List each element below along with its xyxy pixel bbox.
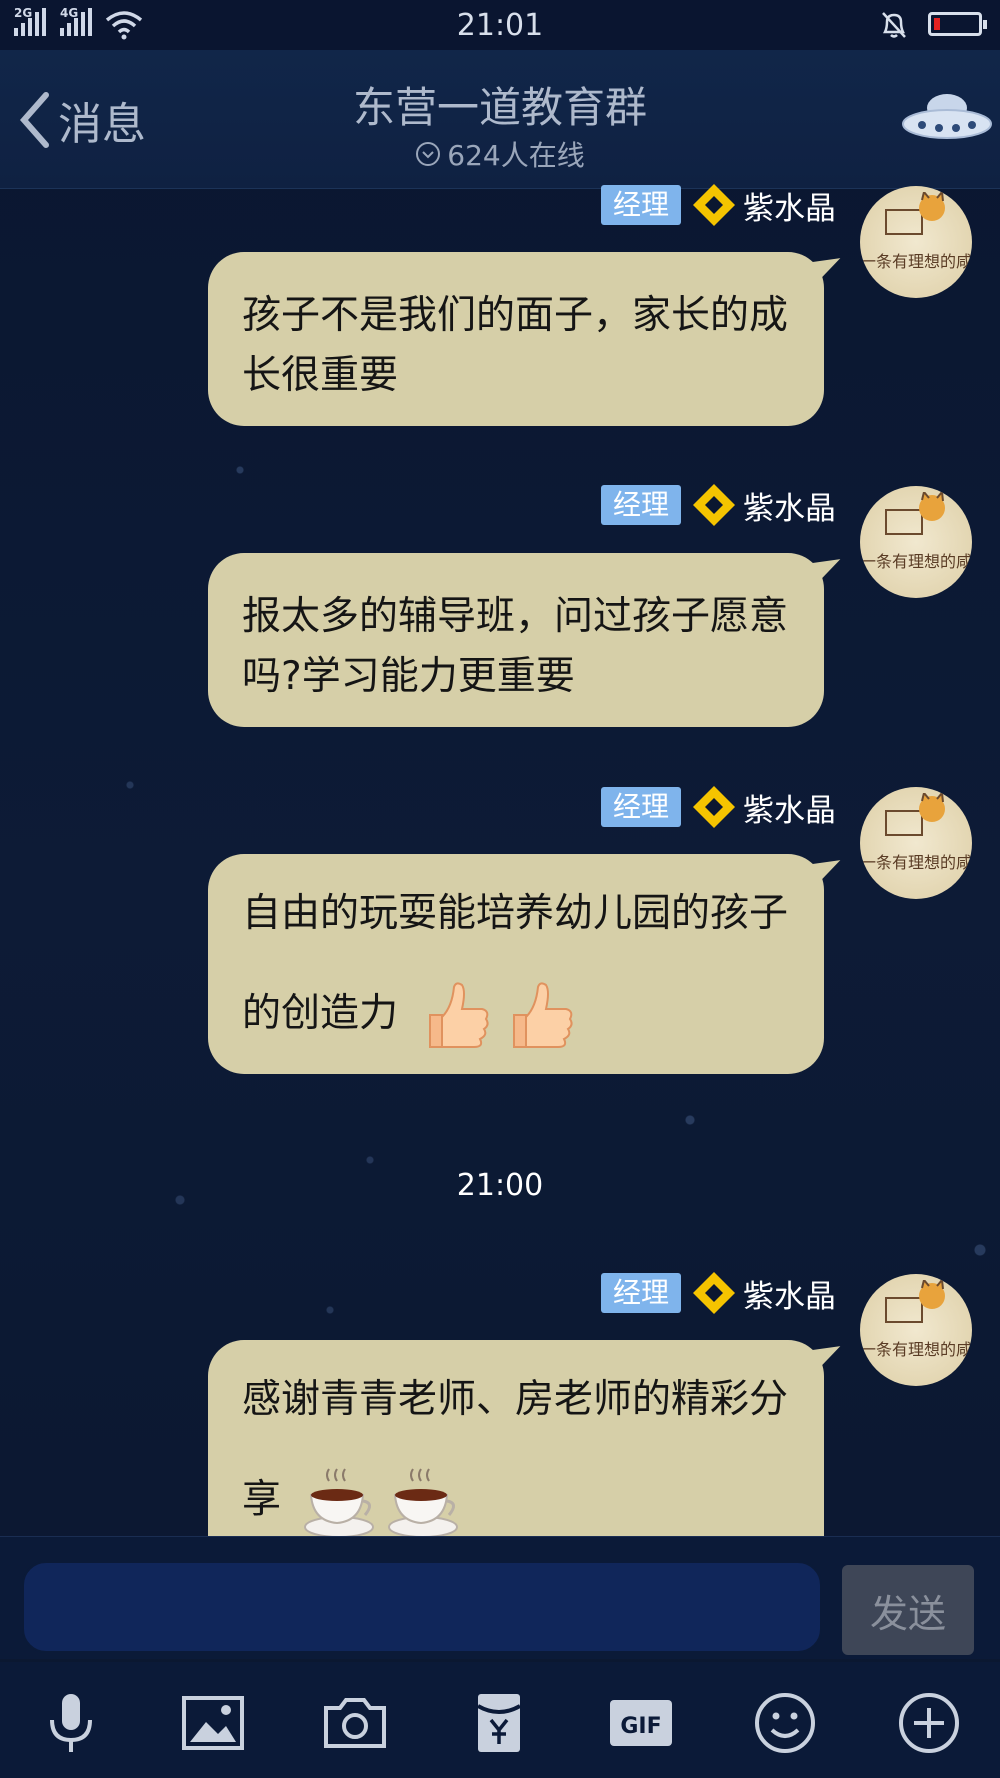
message-bubble[interactable]: 感谢青青老师、房老师的精彩分享 bbox=[208, 1340, 824, 1538]
red-packet-icon[interactable] bbox=[464, 1688, 534, 1758]
status-bar: 2G 4G 21:01 bbox=[0, 0, 1000, 50]
chevron-down-circle-icon bbox=[416, 142, 441, 166]
diamond-badge-icon bbox=[693, 184, 735, 226]
avatar-text: 一条有理想的咸 bbox=[860, 552, 972, 571]
sender-meta: 经理 紫水晶 bbox=[600, 483, 836, 528]
role-badge: 经理 bbox=[600, 485, 681, 525]
status-time: 21:01 bbox=[456, 8, 544, 43]
diamond-badge-icon bbox=[693, 1272, 735, 1314]
gif-icon[interactable]: GIF bbox=[606, 1688, 676, 1758]
message-input[interactable] bbox=[22, 1561, 822, 1653]
message-text: 孩子不是我们的面子，家长的成长很重要 bbox=[242, 293, 789, 398]
sender-name[interactable]: 紫水晶 bbox=[743, 483, 836, 528]
coffee-cup-icon bbox=[388, 1467, 459, 1538]
message-bubble[interactable]: 孩子不是我们的面子，家长的成长很重要 bbox=[208, 252, 824, 426]
avatar-text: 一条有理想的咸 bbox=[860, 252, 972, 271]
avatar-text: 一条有理想的咸 bbox=[860, 853, 972, 872]
role-badge: 经理 bbox=[600, 787, 681, 827]
thumbs-up-icon bbox=[429, 981, 490, 1048]
battery-icon bbox=[928, 12, 987, 36]
coffee-cup-icon bbox=[304, 1467, 375, 1538]
online-count-label: 624人在线 bbox=[447, 139, 585, 172]
sender-name[interactable]: 紫水晶 bbox=[743, 785, 836, 830]
image-icon[interactable] bbox=[178, 1688, 248, 1758]
message-text: 报太多的辅导班，问过孩子愿意吗?学习能力更重要 bbox=[242, 594, 789, 699]
input-bar: 发送 bbox=[0, 1536, 1000, 1659]
group-title[interactable]: 东营一道教育群 bbox=[0, 74, 1000, 135]
avatar[interactable]: 一条有理想的咸 bbox=[860, 486, 972, 598]
avatar[interactable]: 一条有理想的咸 bbox=[860, 186, 972, 298]
sender-meta: 经理 紫水晶 bbox=[600, 785, 836, 830]
thumbs-up-icon bbox=[513, 981, 574, 1048]
sender-name[interactable]: 紫水晶 bbox=[743, 1271, 836, 1316]
message-bubble[interactable]: 自由的玩耍能培养幼儿园的孩子的创造力 bbox=[208, 854, 824, 1074]
bottom-toolbar: GIF bbox=[0, 1662, 1000, 1778]
sender-name[interactable]: 紫水晶 bbox=[743, 183, 836, 228]
role-badge: 经理 bbox=[600, 1273, 681, 1313]
avatar[interactable]: 一条有理想的咸 bbox=[860, 787, 972, 899]
send-button[interactable]: 发送 bbox=[842, 1565, 974, 1655]
plus-icon[interactable] bbox=[894, 1688, 964, 1758]
emoji-icon[interactable] bbox=[750, 1688, 820, 1758]
microphone-icon[interactable] bbox=[36, 1688, 106, 1758]
sender-meta: 经理 紫水晶 bbox=[600, 183, 836, 228]
diamond-badge-icon bbox=[693, 484, 735, 526]
timestamp: 21:00 bbox=[456, 1168, 544, 1203]
svg-text:GIF: GIF bbox=[620, 1714, 661, 1739]
avatar[interactable]: 一条有理想的咸 bbox=[860, 1274, 972, 1386]
chat-header: 消息 东营一道教育群 624人在线 bbox=[0, 50, 1000, 189]
online-count[interactable]: 624人在线 bbox=[0, 134, 1000, 174]
sender-meta: 经理 紫水晶 bbox=[600, 1271, 836, 1316]
camera-icon[interactable] bbox=[320, 1688, 390, 1758]
role-badge: 经理 bbox=[600, 185, 681, 225]
diamond-badge-icon bbox=[693, 786, 735, 828]
message-bubble[interactable]: 报太多的辅导班，问过孩子愿意吗?学习能力更重要 bbox=[208, 553, 824, 727]
avatar-text: 一条有理想的咸 bbox=[860, 1340, 972, 1359]
ufo-icon[interactable] bbox=[900, 90, 994, 146]
bell-muted-icon bbox=[882, 12, 906, 38]
